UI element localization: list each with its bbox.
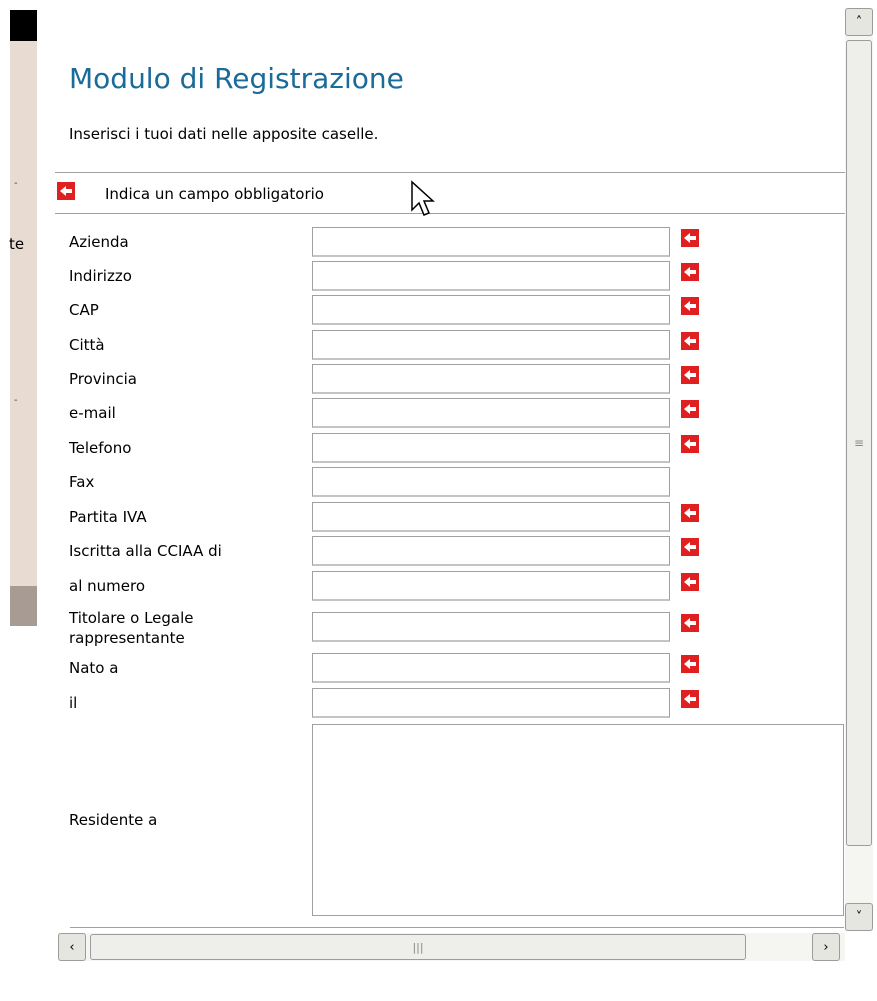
field-label: Città: [69, 336, 105, 354]
background-text: te: [9, 235, 25, 253]
background-page-strip: te - -: [0, 0, 38, 1001]
vertical-scrollbar[interactable]: ˄ ≡ ˅: [845, 8, 873, 931]
chevron-down-icon: ˅: [855, 909, 863, 925]
required-arrow-icon: [681, 614, 699, 632]
required-arrow-icon: [681, 263, 699, 281]
text-input[interactable]: [312, 433, 670, 463]
scroll-right-button[interactable]: ›: [812, 933, 840, 961]
field-label: Provincia: [69, 370, 137, 388]
field-label: Titolare o Legale rappresentante: [69, 609, 194, 647]
required-arrow-icon: [681, 297, 699, 315]
text-input[interactable]: [312, 502, 670, 532]
text-input[interactable]: [312, 398, 670, 428]
field-label: al numero: [69, 577, 145, 595]
mouse-pointer-icon: [411, 180, 435, 216]
horizontal-scrollbar[interactable]: ‹ ||| ›: [58, 933, 845, 961]
required-arrow-icon: [681, 655, 699, 673]
chevron-left-icon: ‹: [69, 939, 75, 955]
scroll-down-button[interactable]: ˅: [845, 903, 873, 931]
field-label: Azienda: [69, 233, 129, 251]
divider: [55, 172, 845, 173]
horizontal-scroll-thumb[interactable]: |||: [90, 934, 746, 960]
field-label: Iscritta alla CCIAA di: [69, 542, 222, 560]
required-arrow-icon: [681, 504, 699, 522]
text-input[interactable]: [312, 571, 670, 601]
chevron-up-icon: ˄: [855, 14, 863, 30]
field-label: e-mail: [69, 404, 116, 422]
field-label: Nato a: [69, 659, 119, 677]
required-arrow-icon: [681, 538, 699, 556]
field-label: Partita IVA: [69, 508, 147, 526]
page-title: Modulo di Registrazione: [69, 62, 404, 95]
required-arrow-icon: [681, 400, 699, 418]
required-arrow-icon: [57, 182, 75, 200]
intro-text: Inserisci i tuoi dati nelle apposite cas…: [69, 125, 379, 143]
text-input[interactable]: [312, 295, 670, 325]
vertical-scroll-thumb[interactable]: ≡: [846, 40, 872, 846]
field-label: Telefono: [69, 439, 132, 457]
required-arrow-icon: [681, 332, 699, 350]
residence-textarea[interactable]: [312, 724, 844, 916]
text-input[interactable]: [312, 536, 670, 566]
required-arrow-icon: [681, 690, 699, 708]
scroll-up-button[interactable]: ˄: [845, 8, 873, 36]
scroll-left-button[interactable]: ‹: [58, 933, 86, 961]
background-bar: [10, 586, 37, 626]
text-input[interactable]: [312, 330, 670, 360]
text-input[interactable]: [312, 688, 670, 718]
chevron-right-icon: ›: [823, 939, 829, 955]
background-panel: [10, 41, 37, 586]
field-label: Residente a: [69, 811, 158, 829]
text-input[interactable]: [312, 467, 670, 497]
required-arrow-icon: [681, 573, 699, 591]
field-label: il: [69, 694, 78, 712]
divider: [55, 213, 845, 214]
text-input[interactable]: [312, 612, 670, 642]
required-arrow-icon: [681, 229, 699, 247]
field-label: CAP: [69, 301, 99, 319]
required-note: Indica un campo obbligatorio: [105, 185, 324, 203]
text-input[interactable]: [312, 261, 670, 291]
required-arrow-icon: [681, 435, 699, 453]
background-block: [10, 10, 37, 41]
text-input[interactable]: [312, 227, 670, 257]
divider: [70, 927, 844, 928]
field-label: Indirizzo: [69, 267, 132, 285]
background-dash: -: [14, 178, 18, 189]
grip-icon: ≡: [853, 436, 865, 450]
text-input[interactable]: [312, 653, 670, 683]
text-input[interactable]: [312, 364, 670, 394]
field-label: Fax: [69, 473, 95, 491]
background-dash: -: [14, 395, 18, 406]
grip-icon: |||: [412, 940, 424, 954]
required-arrow-icon: [681, 366, 699, 384]
